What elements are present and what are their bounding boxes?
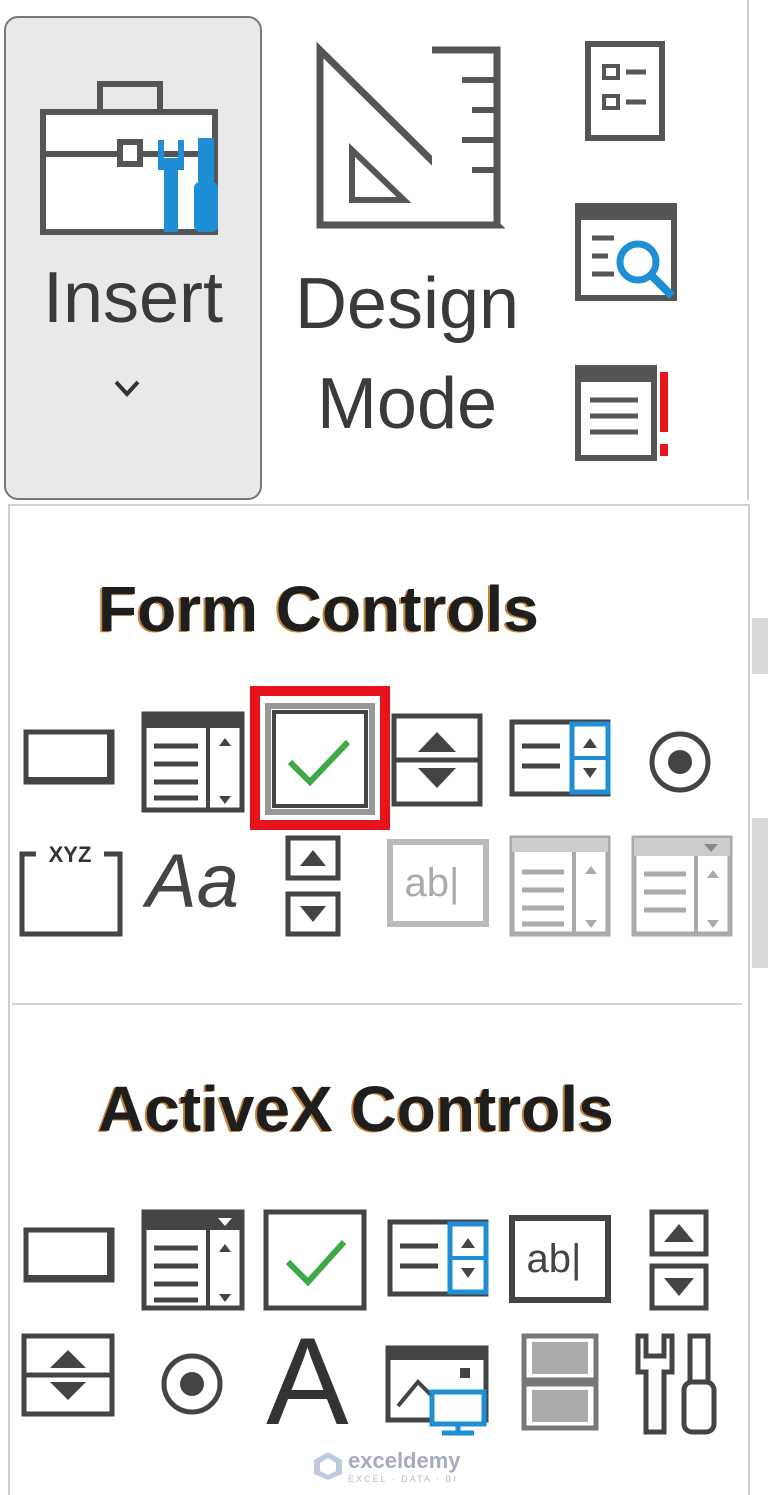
form-controls-heading: Form Controls xyxy=(98,573,539,645)
group-box-xyz: XYZ xyxy=(49,842,92,867)
activex-text-box-icon[interactable]: ab| xyxy=(508,1214,612,1304)
textfield-abl: ab| xyxy=(405,861,460,905)
ribbon-divider xyxy=(747,0,749,500)
run-dialog-icon[interactable] xyxy=(574,362,680,466)
combo-list-edit-disabled-icon xyxy=(509,835,611,937)
activex-spin-button-icon[interactable] xyxy=(20,1332,118,1418)
toolbox-icon xyxy=(40,81,218,235)
spin-button-icon[interactable] xyxy=(390,712,484,808)
label-control-icon[interactable]: Aa xyxy=(146,844,239,920)
combo-box-icon[interactable] xyxy=(140,710,246,814)
activex-combo-box-icon[interactable] xyxy=(140,1208,246,1312)
chevron-down-icon xyxy=(114,380,140,397)
activex-image-icon[interactable] xyxy=(384,1344,490,1436)
menu-right-border xyxy=(748,504,750,1495)
watermark-name: exceldemy xyxy=(348,1448,461,1473)
group-box-icon[interactable]: XYZ xyxy=(18,840,128,938)
group-separator xyxy=(12,1003,742,1005)
activex-textbox-abl: ab| xyxy=(527,1237,582,1281)
watermark-tagline: EXCEL · DATA · BI xyxy=(348,1474,458,1484)
design-mode-label-line1: Design xyxy=(294,264,520,344)
highlight-box xyxy=(250,686,390,830)
exceldemy-logo-icon xyxy=(314,1452,342,1480)
developer-ribbon: Insert Design Mode xyxy=(0,0,768,500)
view-code-icon[interactable] xyxy=(574,202,680,306)
list-box-icon[interactable] xyxy=(508,718,612,798)
activex-command-button-icon[interactable] xyxy=(22,1226,118,1286)
activex-list-box-icon[interactable] xyxy=(386,1218,490,1298)
text-field-disabled-icon: ab| xyxy=(387,839,489,927)
sheet-edge xyxy=(752,618,768,674)
set-square-icon[interactable] xyxy=(312,40,512,235)
combo-dropdown-edit-disabled-icon xyxy=(631,835,733,937)
properties-icon[interactable] xyxy=(584,40,668,144)
button-control-icon[interactable] xyxy=(22,728,118,788)
activex-label-icon[interactable]: A xyxy=(266,1320,349,1444)
exceldemy-watermark: exceldemy EXCEL · DATA · BI xyxy=(312,1448,461,1484)
more-controls-icon[interactable] xyxy=(632,1332,722,1436)
insert-label: Insert xyxy=(42,258,224,338)
activex-controls-heading: ActiveX Controls xyxy=(98,1073,614,1145)
design-mode-label-line2: Mode xyxy=(316,364,498,444)
activex-check-box-icon[interactable] xyxy=(262,1208,368,1312)
option-button-icon[interactable] xyxy=(646,730,716,794)
scroll-bar-icon[interactable] xyxy=(284,834,342,938)
activex-option-button-icon[interactable] xyxy=(158,1352,228,1416)
activex-toggle-button-icon[interactable] xyxy=(520,1332,600,1432)
sheet-edge xyxy=(752,818,768,968)
activex-scroll-bar-icon[interactable] xyxy=(648,1208,710,1312)
